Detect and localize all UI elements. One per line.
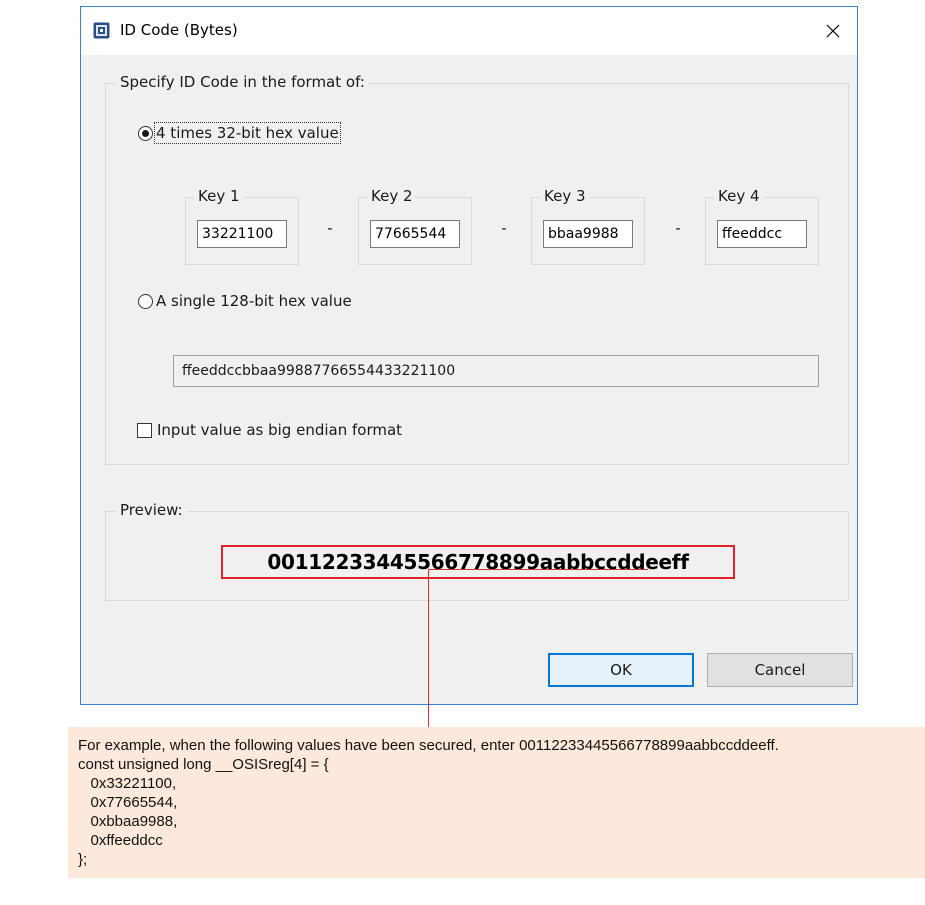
key-1-group: Key 1 xyxy=(185,187,299,265)
key-1-input[interactable] xyxy=(197,220,287,248)
big-endian-label[interactable]: Input value as big endian format xyxy=(157,421,402,439)
key-3-label: Key 3 xyxy=(540,187,590,205)
key-2-label: Key 2 xyxy=(367,187,417,205)
callout-line-vertical xyxy=(428,569,429,752)
key-1-label: Key 1 xyxy=(194,187,244,205)
key-4-group: Key 4 xyxy=(705,187,819,265)
close-icon xyxy=(826,24,840,38)
note-line: }; xyxy=(78,851,88,868)
key-3-input[interactable] xyxy=(543,220,633,248)
format-group-label: Specify ID Code in the format of: xyxy=(116,73,369,91)
cancel-button[interactable]: Cancel xyxy=(707,653,853,687)
title-bar[interactable]: ID Code (Bytes) xyxy=(81,7,857,55)
option-single-label[interactable]: A single 128-bit hex value xyxy=(156,292,352,310)
key-3-group: Key 3 xyxy=(531,187,645,265)
radio-single-value[interactable] xyxy=(138,294,153,309)
key-2-group: Key 2 xyxy=(358,187,472,265)
key-4-input[interactable] xyxy=(717,220,807,248)
app-icon xyxy=(93,22,110,39)
key-2-input[interactable] xyxy=(370,220,460,248)
note-line: const unsigned long __OSISreg[4] = { xyxy=(78,756,329,773)
dialog-title: ID Code (Bytes) xyxy=(120,21,238,39)
preview-value: 00112233445566778899aabbccddeeff xyxy=(221,545,735,579)
radio-four-keys[interactable] xyxy=(138,126,153,141)
callout-line-top xyxy=(428,569,648,570)
single-hex-input[interactable]: ffeeddccbbaa99887766554433221100 xyxy=(173,355,819,387)
key-separator-1: - xyxy=(327,219,333,237)
key-separator-3: - xyxy=(675,219,681,237)
ok-button[interactable]: OK xyxy=(548,653,694,687)
note-line: 0xffeeddcc xyxy=(78,832,163,849)
close-button[interactable] xyxy=(813,13,853,49)
option-four-keys-label[interactable]: 4 times 32-bit hex value xyxy=(154,122,341,144)
big-endian-checkbox[interactable] xyxy=(137,423,152,438)
explanation-note: For example, when the following values h… xyxy=(68,727,925,878)
id-code-dialog: ID Code (Bytes) Specify ID Code in the f… xyxy=(80,6,858,705)
note-line: For example, when the following values h… xyxy=(78,737,779,754)
note-line: 0x77665544, xyxy=(78,794,178,811)
note-line: 0x33221100, xyxy=(78,775,177,792)
note-line: 0xbbaa9988, xyxy=(78,813,178,830)
key-4-label: Key 4 xyxy=(714,187,764,205)
key-separator-2: - xyxy=(501,219,507,237)
preview-label: Preview: xyxy=(116,501,187,519)
